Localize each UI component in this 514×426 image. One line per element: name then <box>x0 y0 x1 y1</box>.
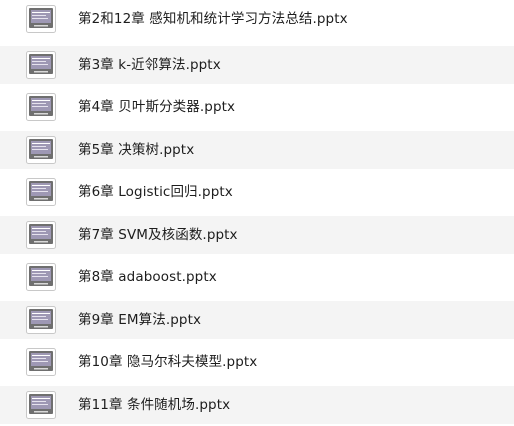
file-row[interactable]: 第11章 条件随机场.pptx <box>0 386 514 424</box>
file-name: 第2和12章 感知机和统计学习方法总结.pptx <box>78 11 348 27</box>
pptx-file-icon <box>26 51 56 79</box>
file-name: 第3章 k-近邻算法.pptx <box>78 57 221 73</box>
file-name: 第9章 EM算法.pptx <box>78 312 202 328</box>
file-list: 第2和12章 感知机和统计学习方法总结.pptx 第3章 k-近邻算法.pptx <box>0 0 514 426</box>
file-name: 第8章 adaboost.pptx <box>78 269 217 285</box>
file-row[interactable]: 第8章 adaboost.pptx <box>0 258 514 296</box>
pptx-file-icon <box>26 178 56 206</box>
pptx-file-icon <box>26 221 56 249</box>
file-name: 第6章 Logistic回归.pptx <box>78 184 233 200</box>
pptx-file-icon <box>26 93 56 121</box>
pptx-file-icon <box>26 391 56 419</box>
file-row[interactable]: 第2和12章 感知机和统计学习方法总结.pptx <box>0 0 514 38</box>
pptx-file-icon <box>26 348 56 376</box>
file-row[interactable]: 第4章 贝叶斯分类器.pptx <box>0 88 514 126</box>
file-name: 第11章 条件随机场.pptx <box>78 397 231 413</box>
pptx-file-icon <box>26 136 56 164</box>
file-row[interactable]: 第5章 决策树.pptx <box>0 131 514 169</box>
file-row[interactable]: 第3章 k-近邻算法.pptx <box>0 46 514 84</box>
file-name: 第5章 决策树.pptx <box>78 142 195 158</box>
file-name: 第4章 贝叶斯分类器.pptx <box>78 99 236 115</box>
file-row[interactable]: 第7章 SVM及核函数.pptx <box>0 216 514 254</box>
file-row[interactable]: 第6章 Logistic回归.pptx <box>0 173 514 211</box>
pptx-file-icon <box>26 263 56 291</box>
file-row[interactable]: 第9章 EM算法.pptx <box>0 301 514 339</box>
pptx-file-icon <box>26 306 56 334</box>
file-row[interactable]: 第10章 隐马尔科夫模型.pptx <box>0 343 514 381</box>
file-name: 第10章 隐马尔科夫模型.pptx <box>78 354 258 370</box>
file-name: 第7章 SVM及核函数.pptx <box>78 227 238 243</box>
pptx-file-icon <box>26 5 56 33</box>
